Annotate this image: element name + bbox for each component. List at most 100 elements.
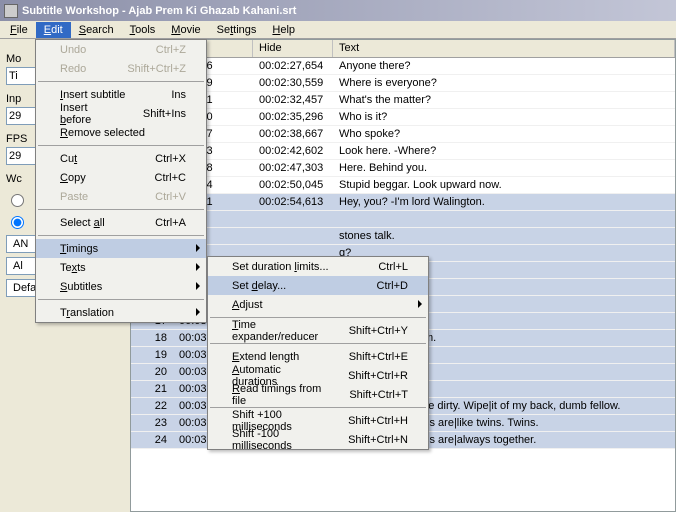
menu-item-label: Insert before: [60, 102, 119, 126]
table-row[interactable]: 45,19800:02:47,303Here. Behind you.: [131, 160, 675, 177]
menu-item-shift-100-milliseconds[interactable]: Shift -100 millisecondsShift+Ctrl+N: [208, 430, 428, 449]
menu-item-shortcut: Shift+Ctrl+T: [325, 389, 408, 401]
menu-help[interactable]: Help: [264, 22, 303, 38]
menu-item-label: Set duration limits...: [232, 261, 329, 273]
menu-item-read-timings-from-file[interactable]: Read timings from fileShift+Ctrl+T: [208, 385, 428, 404]
menu-item-insert-before[interactable]: Insert beforeShift+Ins: [36, 104, 206, 123]
cell-hide: 00:02:50,045: [253, 178, 333, 192]
menu-item-remove-selected[interactable]: Remove selected: [36, 123, 206, 142]
submenu-arrow-icon: [196, 244, 200, 252]
menu-separator: [38, 145, 204, 146]
menu-item-label: Copy: [60, 172, 86, 184]
table-row[interactable]: 31,25100:02:32,457What's the matter?: [131, 92, 675, 109]
menu-search[interactable]: Search: [71, 22, 122, 38]
menu-item-shortcut: Ctrl+L: [354, 261, 408, 273]
menu-item-copy[interactable]: Copy Ctrl+C: [36, 168, 206, 187]
menu-file[interactable]: File: [2, 22, 36, 38]
menu-item-redo: RedoShift+Ctrl+Z: [36, 59, 206, 78]
menu-settings[interactable]: Settings: [209, 22, 265, 38]
menu-item-shortcut: Shift+Ctrl+E: [325, 351, 408, 363]
cell-hide: [253, 235, 333, 237]
menu-item-shortcut: Ins: [147, 89, 186, 101]
cell-hide: 00:02:30,559: [253, 76, 333, 90]
table-header: Hide Text: [131, 40, 675, 58]
menu-item-texts[interactable]: Texts: [36, 258, 206, 277]
cell-text: Look here. -Where?: [333, 144, 675, 158]
menu-item-label: Remove selected: [60, 127, 145, 139]
menu-item-shortcut: Ctrl+V: [131, 191, 186, 203]
menu-item-label: Select all: [60, 217, 105, 229]
menu-item-label: Redo: [60, 63, 86, 75]
menu-item-label: Read timings from file: [232, 383, 325, 407]
menu-item-subtitles[interactable]: Subtitles: [36, 277, 206, 296]
menu-item-shortcut: Ctrl+Z: [132, 44, 186, 56]
menu-separator: [38, 235, 204, 236]
menu-item-shortcut: Ctrl+A: [131, 217, 186, 229]
table-row[interactable]: 40,79300:02:42,602Look here. -Where?: [131, 143, 675, 160]
th-hide[interactable]: Hide: [253, 40, 333, 57]
menu-item-label: Insert subtitle: [60, 89, 125, 101]
table-row[interactable]: 51,87100:02:54,613Hey, you? -I'm lord Wa…: [131, 194, 675, 211]
menu-movie[interactable]: Movie: [163, 22, 208, 38]
menu-item-label: Undo: [60, 44, 86, 56]
cell-hide: [253, 252, 333, 254]
cell-hide: 00:02:35,296: [253, 110, 333, 124]
menu-item-label: Extend length: [232, 351, 299, 363]
menu-item-label: Paste: [60, 191, 88, 203]
menu-item-timings[interactable]: Timings: [36, 239, 206, 258]
cell-hide: [253, 218, 333, 220]
table-row[interactable]: 34,42000:02:35,296Who is it?: [131, 109, 675, 126]
menu-separator: [38, 81, 204, 82]
cell-hide: 00:02:27,654: [253, 59, 333, 73]
submenu-arrow-icon: [418, 300, 422, 308]
menu-tools[interactable]: Tools: [122, 22, 164, 38]
cell-text: What's the matter?: [333, 93, 675, 107]
cell-num: 24: [131, 433, 173, 447]
submenu-arrow-icon: [196, 282, 200, 290]
menu-item-translation[interactable]: Translation: [36, 303, 206, 322]
menu-item-cut[interactable]: CutCtrl+X: [36, 149, 206, 168]
menu-separator: [38, 299, 204, 300]
menu-separator: [210, 343, 426, 344]
cell-num: 20: [131, 365, 173, 379]
table-row[interactable]: 37,75700:02:38,667Who spoke?: [131, 126, 675, 143]
menu-item-adjust[interactable]: Adjust: [208, 295, 428, 314]
menu-item-set-duration-limits[interactable]: Set duration limits... Ctrl+L: [208, 257, 428, 276]
table-row[interactable]: 48,13400:02:50,045Stupid beggar. Look up…: [131, 177, 675, 194]
menu-item-shortcut: Ctrl+C: [131, 172, 186, 184]
menu-item-label: Shift -100 milliseconds: [232, 428, 324, 452]
table-row[interactable]: [131, 211, 675, 228]
cell-text: stones talk.: [333, 229, 675, 243]
cell-text: Here. Behind you.: [333, 161, 675, 175]
menu-edit[interactable]: Edit: [36, 22, 71, 38]
submenu-arrow-icon: [196, 263, 200, 271]
cell-num: 19: [131, 348, 173, 362]
submenu-arrow-icon: [196, 308, 200, 316]
menu-separator: [38, 209, 204, 210]
menu-item-label: Timings: [60, 243, 98, 255]
cell-text: Stupid beggar. Look upward now.: [333, 178, 675, 192]
menu-item-set-delay[interactable]: Set delay...Ctrl+D: [208, 276, 428, 295]
menu-item-label: Time expander/reducer: [232, 319, 325, 343]
menu-item-shortcut: Shift+Ins: [119, 108, 186, 120]
cell-hide: 00:02:38,667: [253, 127, 333, 141]
table-row[interactable]: stones talk.: [131, 228, 675, 245]
menu-item-shortcut: Shift+Ctrl+H: [324, 415, 408, 427]
table-row[interactable]: 29,64900:02:30,559Where is everyone?: [131, 75, 675, 92]
cell-num: 23: [131, 416, 173, 430]
timings-submenu: Set duration limits... Ctrl+L Set delay...…: [207, 256, 429, 450]
th-text[interactable]: Text: [333, 40, 675, 57]
menu-item-label: Subtitles: [60, 281, 102, 293]
cell-num: 18: [131, 331, 173, 345]
edit-menu: Undo Ctrl+Z RedoShift+Ctrl+Z Insert subtitl…: [35, 39, 207, 323]
table-row[interactable]: 26,84600:02:27,654Anyone there?: [131, 58, 675, 75]
cell-num: 22: [131, 399, 173, 413]
menu-item-time-expander-reducer[interactable]: Time expander/reducerShift+Ctrl+Y: [208, 321, 428, 340]
menu-item-shortcut: Shift+Ctrl+R: [324, 370, 408, 382]
cell-text: Anyone there?: [333, 59, 675, 73]
menu-item-label: Translation: [60, 307, 114, 319]
menu-item-select-all[interactable]: Select all Ctrl+A: [36, 213, 206, 232]
menu-item-shortcut: Shift+Ctrl+N: [324, 434, 408, 446]
cell-text: Where is everyone?: [333, 76, 675, 90]
menu-item-label: Adjust: [232, 299, 263, 311]
